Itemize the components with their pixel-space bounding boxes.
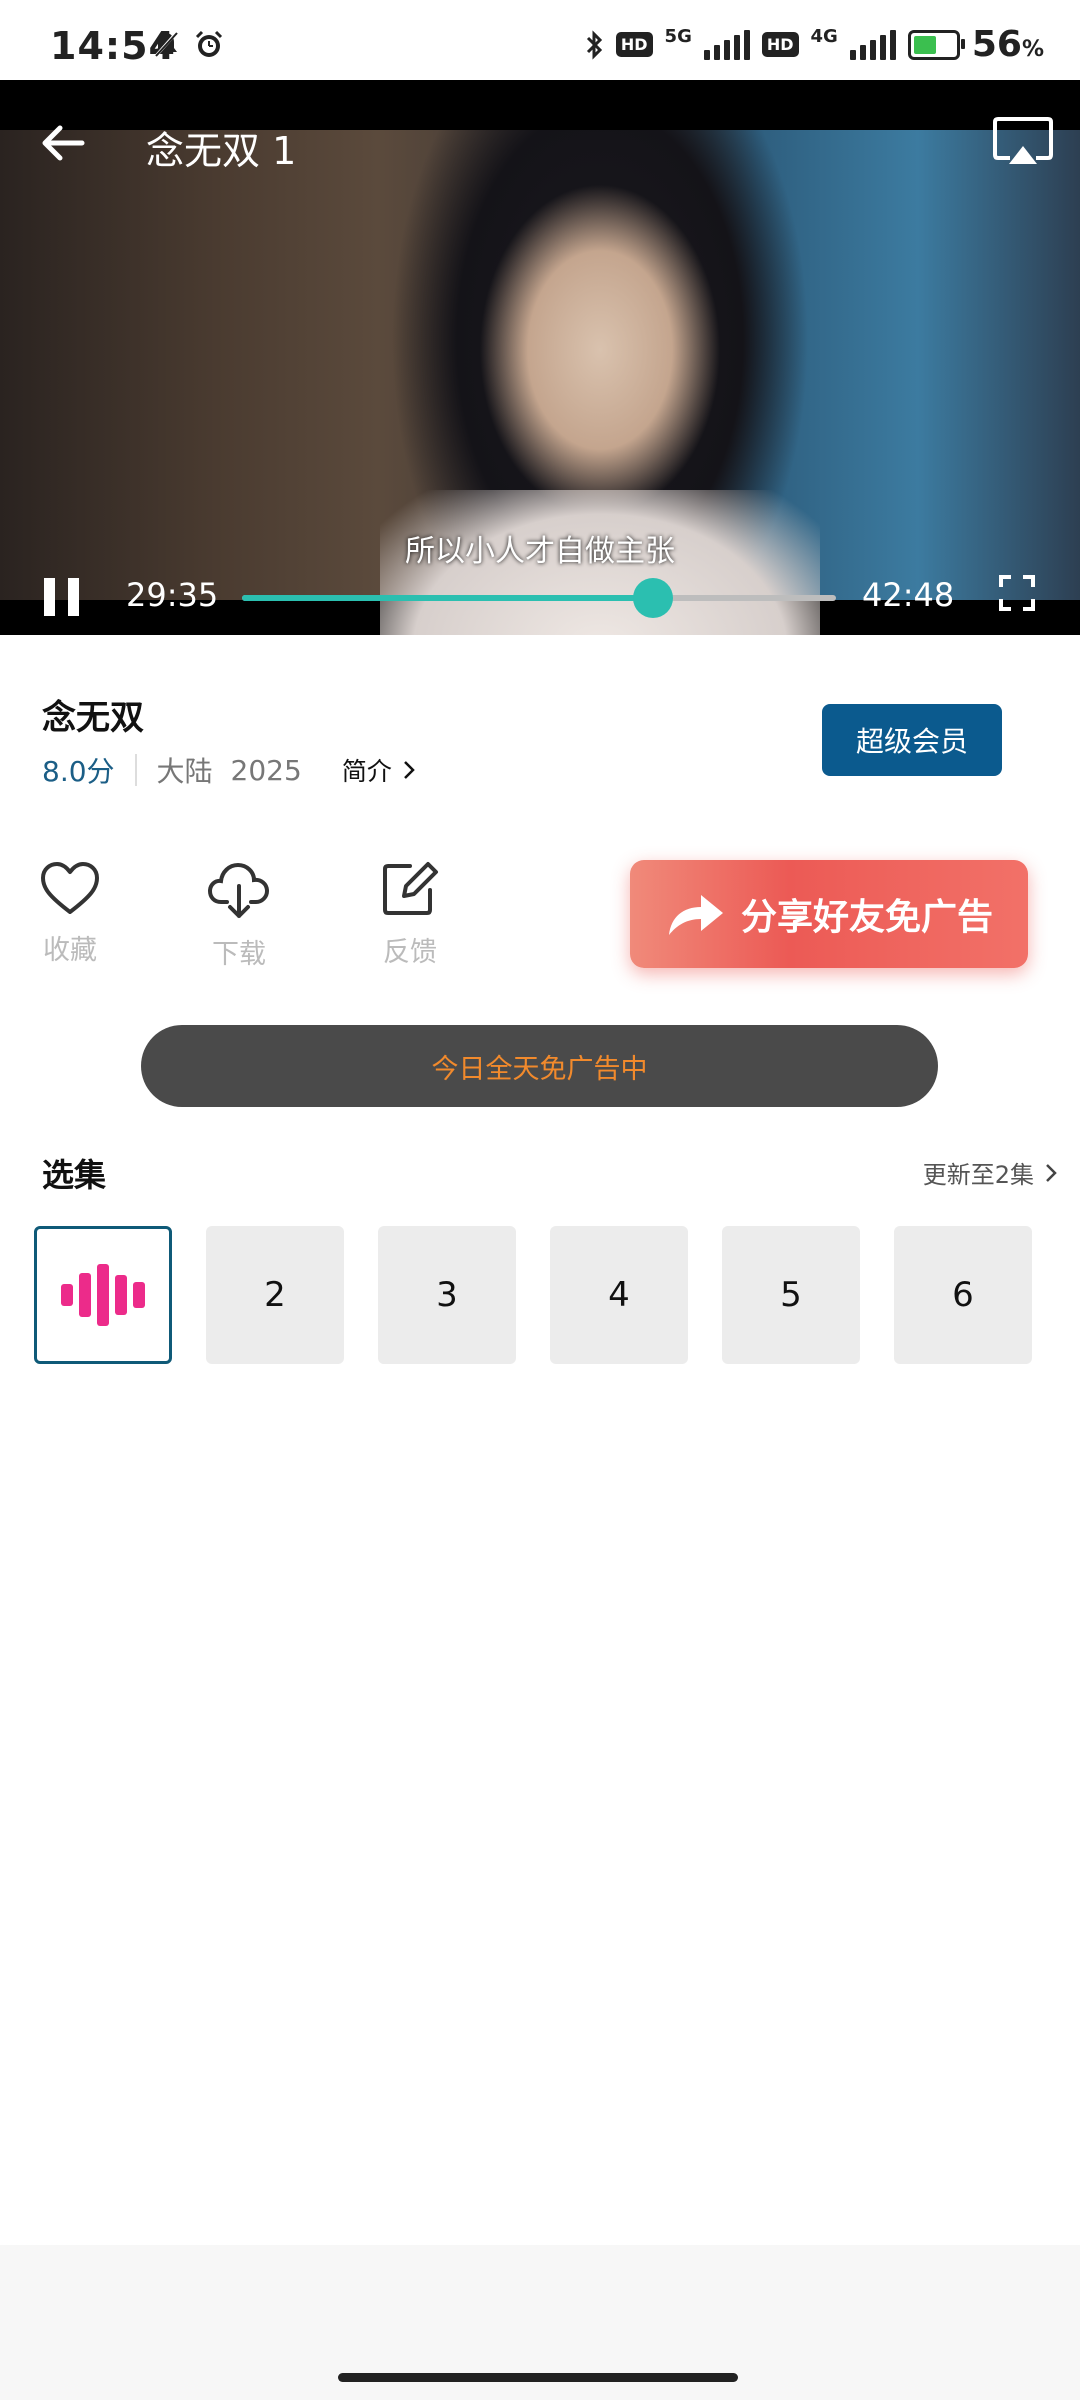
home-indicator[interactable] xyxy=(338,2373,738,2382)
signal-icon xyxy=(703,29,750,60)
episode-list: 2 3 4 5 6 xyxy=(34,1226,1032,1364)
divider xyxy=(134,754,137,786)
episodes-update-text: 更新至2集 xyxy=(922,1161,1034,1189)
playing-wave-icon xyxy=(61,1264,145,1326)
show-meta: 8.0分 大陆 2025 简介 xyxy=(42,750,416,790)
feedback-button[interactable]: 反馈 xyxy=(370,860,450,969)
year: 2025 xyxy=(230,753,302,787)
total-time: 42:48 xyxy=(862,576,955,614)
fullscreen-icon[interactable] xyxy=(998,574,1036,612)
battery-icon xyxy=(907,29,965,60)
share-arrow-icon xyxy=(668,895,723,935)
feedback-label: 反馈 xyxy=(383,937,437,968)
progress-thumb[interactable] xyxy=(632,578,673,618)
favorite-button[interactable]: 收藏 xyxy=(30,860,110,967)
episode-item-5[interactable]: 5 xyxy=(722,1226,860,1364)
battery-unit: % xyxy=(1021,37,1044,62)
edit-feedback-icon xyxy=(383,862,438,915)
episode-item-6[interactable]: 6 xyxy=(894,1226,1032,1364)
heart-icon xyxy=(41,862,99,914)
favorite-label: 收藏 xyxy=(43,935,97,966)
episodes-title: 选集 xyxy=(42,1156,107,1194)
chevron-right-icon xyxy=(403,761,415,779)
player-controls: 29:35 42:48 xyxy=(0,560,1080,635)
player-title: 念无双 1 xyxy=(146,129,297,173)
video-player[interactable]: 念无双 1 所以小人才自做主张 29:35 42:48 xyxy=(0,80,1080,635)
battery-percent: 56 xyxy=(971,24,1022,65)
network-type-2: 4G xyxy=(810,26,838,47)
episode-item-1[interactable] xyxy=(34,1226,172,1364)
status-bar: 14:54 HD 5G HD 4G 56% xyxy=(0,0,1080,80)
vip-button[interactable]: 超级会员 xyxy=(822,704,1002,776)
hd-badge: HD xyxy=(615,32,653,57)
cast-icon[interactable] xyxy=(992,116,1054,168)
episode-item-3[interactable]: 3 xyxy=(378,1226,516,1364)
ad-free-banner: 今日全天免广告中 xyxy=(141,1025,938,1107)
chevron-right-icon xyxy=(1046,1163,1057,1182)
cloud-download-icon xyxy=(207,862,270,918)
pause-icon[interactable] xyxy=(44,578,80,616)
episode-item-4[interactable]: 4 xyxy=(550,1226,688,1364)
network-type: 5G xyxy=(664,26,692,47)
download-button[interactable]: 下载 xyxy=(199,860,279,971)
signal-icon-2 xyxy=(849,29,896,60)
bluetooth-icon xyxy=(586,29,602,60)
intro-link[interactable]: 简介 xyxy=(342,752,416,788)
mute-bell-icon xyxy=(153,31,179,59)
share-friends-button[interactable]: 分享好友免广告 xyxy=(630,860,1028,968)
progress-bar[interactable] xyxy=(242,578,836,618)
hd-badge-2: HD xyxy=(761,32,799,57)
region: 大陆 xyxy=(156,755,213,788)
back-arrow-icon[interactable] xyxy=(38,118,88,168)
download-label: 下载 xyxy=(212,939,266,970)
alarm-icon xyxy=(195,30,223,57)
show-title: 念无双 xyxy=(42,698,144,738)
episode-item-2[interactable]: 2 xyxy=(206,1226,344,1364)
episodes-update-link[interactable]: 更新至2集 xyxy=(923,1155,1058,1190)
rating: 8.0分 xyxy=(42,755,115,788)
current-time: 29:35 xyxy=(126,576,219,614)
progress-played xyxy=(242,595,653,601)
share-label: 分享好友免广告 xyxy=(740,897,993,938)
intro-label: 简介 xyxy=(341,757,392,786)
